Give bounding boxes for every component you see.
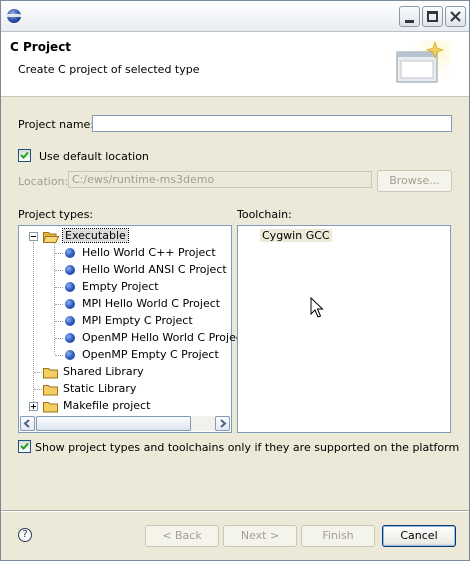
location-label: Location:	[18, 175, 69, 188]
tree-guide-line	[55, 321, 63, 322]
close-button[interactable]	[445, 6, 466, 27]
toolchain-list[interactable]: Cygwin GCC	[237, 225, 451, 433]
project-template-icon	[65, 333, 75, 343]
tree-item-label: Static Library	[63, 382, 137, 395]
project-types-label: Project types:	[18, 208, 94, 221]
tree-guide-line	[34, 389, 42, 390]
page-description: Create C project of selected type	[18, 63, 200, 76]
tree-guide-line	[34, 372, 42, 373]
tree-item-label: Makefile project	[63, 399, 151, 412]
tree-item-label: Executable	[62, 228, 129, 243]
project-name-label: Project name:	[18, 118, 95, 131]
toolchain-item-cygwin-gcc[interactable]: Cygwin GCC	[238, 228, 450, 245]
folder-icon	[43, 368, 58, 379]
tree-guide-line	[55, 253, 63, 254]
toolchain-item-label: Cygwin GCC	[260, 229, 332, 242]
tree-guide-line	[55, 355, 63, 356]
c-project-dialog: C Project Create C project of selected t…	[0, 0, 470, 561]
eclipse-icon	[7, 9, 21, 23]
footer-separator	[1, 510, 469, 512]
project-template-icon	[65, 265, 75, 275]
project-types-tree[interactable]: Executable Hello World C++ Project Hello…	[18, 225, 246, 433]
horizontal-scrollbar[interactable]	[20, 416, 230, 431]
tree-guide-line	[55, 287, 63, 288]
tree-item-static-library[interactable]: Static Library	[19, 381, 231, 398]
mouse-cursor-icon	[310, 297, 324, 318]
toolchain-label: Toolchain:	[237, 208, 292, 221]
use-default-location-checkbox[interactable]	[18, 149, 31, 162]
tree-item-label: OpenMP Hello World C Project	[82, 331, 247, 344]
project-name-input[interactable]	[92, 115, 452, 132]
scroll-right-button[interactable]	[215, 416, 230, 431]
project-template-icon	[65, 316, 75, 326]
show-supported-only-label: Show project types and toolchains only i…	[35, 441, 460, 454]
tree-item-label: MPI Hello World C Project	[82, 297, 221, 310]
tree-item-makefile-project[interactable]: Makefile project	[19, 398, 231, 415]
location-input[interactable]	[68, 171, 372, 188]
tree-guide-line	[55, 270, 63, 271]
title-bar[interactable]	[1, 1, 469, 32]
folder-icon	[43, 385, 58, 396]
show-supported-only-checkbox[interactable]	[18, 440, 31, 453]
next-button[interactable]: Next >	[223, 525, 297, 547]
tree-item-label: Hello World C++ Project	[82, 246, 216, 259]
tree-item-executable[interactable]: Executable	[19, 228, 231, 245]
tree-item-label: Hello World ANSI C Project	[82, 263, 227, 276]
collapse-icon[interactable]	[29, 232, 38, 241]
page-title: C Project	[10, 40, 72, 54]
project-template-icon	[65, 282, 75, 292]
tree-item-openmp-empty[interactable]: OpenMP Empty C Project	[19, 347, 231, 364]
tree-item-hello-world-cpp[interactable]: Hello World C++ Project	[19, 245, 231, 262]
cancel-button[interactable]: Cancel	[382, 525, 456, 547]
checkmark-icon	[20, 151, 29, 159]
finish-button[interactable]: Finish	[301, 525, 375, 547]
tree-item-label: MPI Empty C Project	[82, 314, 193, 327]
tree-item-empty-project[interactable]: Empty Project	[19, 279, 231, 296]
project-template-icon	[65, 299, 75, 309]
browse-button[interactable]: Browse...	[377, 170, 452, 192]
expand-icon[interactable]	[29, 402, 38, 411]
tree-guide-line	[55, 304, 63, 305]
tree-item-shared-library[interactable]: Shared Library	[19, 364, 231, 381]
scrollbar-thumb[interactable]	[36, 416, 191, 431]
help-icon[interactable]: ?	[18, 528, 32, 542]
scroll-left-button[interactable]	[20, 416, 35, 431]
tree-item-mpi-hello-world[interactable]: MPI Hello World C Project	[19, 296, 231, 313]
maximize-button[interactable]	[422, 6, 443, 27]
tree-item-mpi-empty[interactable]: MPI Empty C Project	[19, 313, 231, 330]
tree-item-label: Empty Project	[82, 280, 159, 293]
tree-item-hello-world-ansi-c[interactable]: Hello World ANSI C Project	[19, 262, 231, 279]
wizard-header: C Project Create C project of selected t…	[1, 32, 469, 97]
project-template-icon	[65, 248, 75, 258]
arrow-left-icon	[23, 419, 30, 428]
folder-open-icon	[43, 232, 59, 243]
tree-item-label: OpenMP Empty C Project	[82, 348, 219, 361]
tree-item-openmp-hello-world[interactable]: OpenMP Hello World C Project	[19, 330, 246, 347]
arrow-right-icon	[220, 419, 227, 428]
tree-item-label: Shared Library	[63, 365, 144, 378]
close-icon	[450, 11, 461, 22]
wizard-banner-icon	[395, 40, 451, 90]
checkmark-icon	[20, 442, 29, 450]
tree-guide-line	[55, 338, 63, 339]
back-button[interactable]: < Back	[145, 525, 219, 547]
project-template-icon	[65, 350, 75, 360]
use-default-location-label: Use default location	[39, 150, 149, 163]
minimize-button[interactable]	[399, 6, 420, 27]
folder-icon	[43, 402, 58, 413]
